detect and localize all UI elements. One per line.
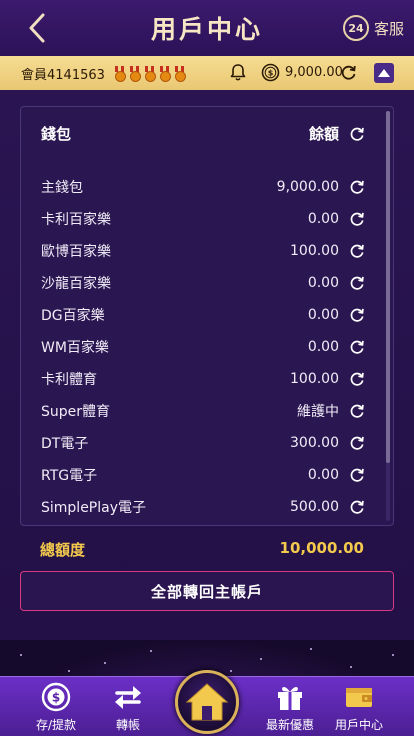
refresh-icon[interactable] bbox=[349, 499, 365, 515]
coin-icon: $ bbox=[261, 63, 280, 82]
member-balance: 9,000.00 bbox=[285, 65, 343, 80]
wallet-row-amount: 500.00 bbox=[290, 499, 339, 515]
wallet-row: DG百家樂 0.00 bbox=[41, 299, 365, 331]
wallet-row: RTG電子 0.00 bbox=[41, 459, 365, 491]
wallet-row-amount: 100.00 bbox=[290, 243, 339, 259]
medal-icon bbox=[143, 66, 156, 82]
wallet-row-name: 沙龍百家樂 bbox=[41, 276, 111, 292]
wallet-panel: 錢包 餘額 主錢包 9,000.00 卡利百家樂 0.00 歐博百家樂 100.00 沙龍百… bbox=[20, 106, 394, 526]
wallet-row: DT電子 300.00 bbox=[41, 427, 365, 459]
refresh-icon[interactable] bbox=[349, 243, 365, 259]
wallet-row-name: 卡利體育 bbox=[41, 372, 97, 388]
medal-icon bbox=[158, 66, 171, 82]
home-icon bbox=[185, 683, 229, 721]
chevron-left-icon bbox=[29, 13, 45, 43]
refresh-icon[interactable] bbox=[349, 275, 365, 291]
wallet-row-name: 歐博百家樂 bbox=[41, 244, 111, 260]
nav-promotions[interactable]: 最新優惠 bbox=[255, 681, 325, 735]
nav-user-center[interactable]: 用戶中心 bbox=[324, 681, 394, 735]
svg-text:$: $ bbox=[268, 69, 274, 78]
caret-up-icon bbox=[378, 69, 390, 77]
wallet-row-amount: 0.00 bbox=[307, 275, 339, 291]
wallet-row-name: WM百家樂 bbox=[41, 340, 109, 356]
medal-icon bbox=[173, 66, 186, 82]
back-button[interactable] bbox=[22, 10, 52, 46]
nav-deposit-label: 存/提款 bbox=[35, 718, 77, 732]
wallet-list: 主錢包 9,000.00 卡利百家樂 0.00 歐博百家樂 100.00 沙龍百家樂 0.00… bbox=[41, 171, 365, 523]
wallet-row-name: 卡利百家樂 bbox=[41, 212, 111, 228]
refresh-icon[interactable] bbox=[349, 307, 365, 323]
refresh-all-icon[interactable] bbox=[349, 126, 365, 142]
wallet-row: 主錢包 9,000.00 bbox=[41, 171, 365, 203]
refresh-icon[interactable] bbox=[349, 179, 365, 195]
nav-transfer-label: 轉帳 bbox=[115, 718, 140, 732]
wallet-row: WM百家樂 0.00 bbox=[41, 331, 365, 363]
wallet-row: Super體育 維護中 bbox=[41, 395, 365, 427]
refresh-icon[interactable] bbox=[349, 211, 365, 227]
wallet-row-name: RTG電子 bbox=[41, 468, 98, 484]
wallet-row-name: DT電子 bbox=[41, 436, 89, 452]
app-header: 用戶中心 24 客服 bbox=[0, 0, 414, 56]
medal-icon bbox=[128, 66, 141, 82]
wallet-row-amount: 0.00 bbox=[307, 467, 339, 483]
page-title: 用戶中心 bbox=[150, 15, 263, 44]
scrollbar-thumb[interactable] bbox=[386, 111, 390, 463]
wallet-row-name: DG百家樂 bbox=[41, 308, 105, 324]
gift-icon bbox=[278, 686, 302, 710]
refresh-icon[interactable] bbox=[349, 403, 365, 419]
wallet-row-amount: 維護中 bbox=[297, 404, 339, 420]
wallet-row: 沙龍百家樂 0.00 bbox=[41, 267, 365, 299]
total-row: 總額度 10,000.00 bbox=[40, 539, 364, 560]
nav-promotions-label: 最新優惠 bbox=[265, 718, 314, 732]
refresh-icon[interactable] bbox=[349, 339, 365, 355]
collapse-button[interactable] bbox=[374, 63, 394, 83]
customer-service-label: 客服 bbox=[373, 19, 404, 38]
nav-transfer[interactable]: 轉帳 bbox=[93, 681, 163, 735]
wallet-row: 歐博百家樂 100.00 bbox=[41, 235, 365, 267]
customer-service-button[interactable]: 24 客服 bbox=[342, 13, 404, 43]
wallet-row-amount: 100.00 bbox=[290, 371, 339, 387]
total-amount: 10,000.00 bbox=[279, 539, 364, 557]
wallet-row-amount: 300.00 bbox=[290, 435, 339, 451]
refresh-balance-icon[interactable] bbox=[340, 64, 357, 81]
transfer-arrows-icon bbox=[115, 686, 141, 709]
wallet-row-amount: 9,000.00 bbox=[276, 179, 339, 195]
refresh-icon[interactable] bbox=[349, 467, 365, 483]
wallet-row: 卡利百家樂 0.00 bbox=[41, 203, 365, 235]
bell-icon[interactable] bbox=[229, 63, 247, 82]
wallet-row-name: 主錢包 bbox=[41, 180, 83, 196]
wallet-row-name: Super體育 bbox=[41, 404, 111, 420]
wallet-title: 錢包 bbox=[41, 125, 72, 143]
refresh-icon[interactable] bbox=[349, 371, 365, 387]
wallet-row: SimplePlay電子 500.00 bbox=[41, 491, 365, 523]
wallet-row-name: SimplePlay電子 bbox=[41, 500, 146, 516]
wallet-row-amount: 0.00 bbox=[307, 211, 339, 227]
home-button[interactable] bbox=[175, 670, 239, 734]
refresh-icon[interactable] bbox=[349, 435, 365, 451]
wallet-row-amount: 0.00 bbox=[307, 307, 339, 323]
member-name: 會員4141563 bbox=[21, 67, 105, 83]
nav-deposit-withdraw[interactable]: $ 存/提款 bbox=[21, 681, 91, 735]
total-label: 總額度 bbox=[40, 541, 86, 559]
transfer-all-button[interactable]: 全部轉回主帳戶 bbox=[20, 571, 394, 611]
dollar-coin-icon: $ bbox=[41, 682, 71, 712]
svg-text:$: $ bbox=[52, 691, 60, 705]
wallet-icon bbox=[346, 688, 372, 707]
medal-icon bbox=[113, 66, 126, 82]
wallet-row-amount: 0.00 bbox=[307, 339, 339, 355]
wallet-row: 卡利體育 100.00 bbox=[41, 363, 365, 395]
support-24h-icon: 24 bbox=[342, 15, 369, 41]
main-content: 錢包 餘額 主錢包 9,000.00 卡利百家樂 0.00 歐博百家樂 100.00 沙龍百… bbox=[0, 90, 414, 640]
member-medals bbox=[113, 66, 186, 82]
nav-user-center-label: 用戶中心 bbox=[334, 718, 383, 732]
wallet-header: 錢包 餘額 bbox=[41, 123, 365, 144]
balance-header-label: 餘額 bbox=[308, 125, 339, 143]
